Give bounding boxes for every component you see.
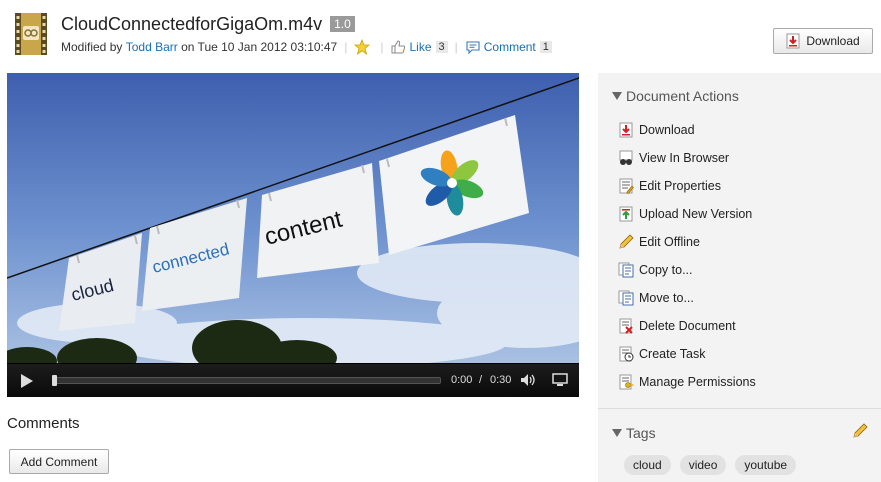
like-link[interactable]: Like: [409, 40, 431, 54]
action-label: Edit Properties: [639, 179, 721, 193]
action-label: Copy to...: [639, 263, 693, 277]
task-icon: [619, 346, 634, 362]
action-label: View In Browser: [639, 151, 730, 165]
edit-tags-pencil-icon[interactable]: [852, 423, 868, 439]
comment-count: 1: [539, 41, 552, 53]
document-actions-list: Download View In Browser Edit Properties…: [618, 116, 756, 396]
action-download[interactable]: Download: [618, 116, 756, 144]
document-header: CloudConnectedforGigaOm.m4v 1.0 Modified …: [0, 0, 881, 68]
current-time: 0:00: [451, 374, 473, 386]
copy-icon: [618, 262, 634, 278]
collapse-triangle-icon: [612, 92, 622, 100]
tag-cloud[interactable]: cloud: [624, 455, 671, 475]
fullscreen-icon[interactable]: [552, 373, 568, 387]
meta-separator: |: [454, 40, 458, 54]
action-label: Create Task: [639, 347, 706, 361]
action-manage-permissions[interactable]: Manage Permissions: [618, 368, 756, 396]
action-move-to[interactable]: Move to...: [618, 284, 756, 312]
permissions-icon: [619, 374, 634, 390]
play-icon[interactable]: [21, 373, 33, 388]
duration: 0:30: [490, 374, 512, 386]
modified-date: on Tue 10 Jan 2012 03:10:47: [181, 40, 338, 54]
action-view-in-browser[interactable]: View In Browser: [618, 144, 756, 172]
document-title: CloudConnectedforGigaOm.m4v 1.0: [61, 14, 355, 35]
download-button-label: Download: [806, 34, 860, 48]
action-copy-to[interactable]: Copy to...: [618, 256, 756, 284]
tags-toggle[interactable]: Tags: [612, 425, 656, 441]
comment-link[interactable]: Comment: [484, 40, 536, 54]
action-label: Move to...: [639, 291, 694, 305]
like-thumb-icon[interactable]: [390, 39, 406, 55]
action-upload-new-version[interactable]: Upload New Version: [618, 200, 756, 228]
like-count: 3: [435, 41, 448, 53]
tag-youtube[interactable]: youtube: [735, 455, 797, 475]
time-separator: /: [479, 374, 483, 386]
favourite-star-icon[interactable]: [354, 39, 371, 55]
meta-separator: |: [380, 40, 384, 54]
video-file-icon: [15, 13, 47, 55]
modified-user-link[interactable]: Todd Barr: [126, 40, 178, 54]
tags-title: Tags: [626, 425, 656, 441]
document-actions-toggle[interactable]: Document Actions: [612, 88, 739, 104]
file-name: CloudConnectedforGigaOm.m4v: [61, 14, 323, 34]
delete-icon: [619, 318, 633, 334]
comments-heading: Comments: [7, 415, 80, 432]
tag-video[interactable]: video: [679, 455, 727, 475]
download-icon: [786, 33, 800, 49]
action-label: Download: [639, 123, 695, 137]
video-player[interactable]: cloud connected content 0:00 / 0:30: [7, 73, 579, 397]
action-label: Edit Offline: [639, 235, 700, 249]
collapse-triangle-icon: [612, 429, 622, 437]
download-button[interactable]: Download: [773, 28, 873, 54]
video-frame[interactable]: cloud connected content: [7, 73, 579, 363]
player-controls: 0:00 / 0:30: [7, 364, 579, 397]
seek-thumb[interactable]: [52, 375, 57, 386]
action-edit-offline[interactable]: Edit Offline: [618, 228, 756, 256]
action-delete-document[interactable]: Delete Document: [618, 312, 756, 340]
comment-bubble-icon[interactable]: [465, 39, 481, 55]
add-comment-button[interactable]: Add Comment: [9, 449, 109, 474]
tag-list: cloud video youtube: [624, 455, 805, 475]
move-icon: [618, 290, 634, 306]
version-badge: 1.0: [330, 16, 355, 32]
view-browser-icon: [619, 150, 633, 165]
modified-prefix: Modified by: [61, 40, 123, 54]
action-create-task[interactable]: Create Task: [618, 340, 756, 368]
action-label: Manage Permissions: [639, 375, 756, 389]
document-meta: Modified by Todd Barr on Tue 10 Jan 2012…: [61, 39, 552, 55]
meta-separator: |: [344, 40, 348, 54]
action-edit-properties[interactable]: Edit Properties: [618, 172, 756, 200]
upload-icon: [619, 206, 633, 222]
sidebar-divider: [598, 408, 881, 409]
document-actions-title: Document Actions: [626, 88, 739, 104]
download-icon: [619, 122, 633, 138]
action-label: Delete Document: [639, 319, 736, 333]
edit-properties-icon: [619, 178, 634, 194]
volume-icon[interactable]: [520, 373, 536, 387]
sidebar: Document Actions Download View In Browse…: [598, 73, 881, 482]
seek-bar[interactable]: [52, 375, 441, 386]
pencil-icon: [619, 234, 634, 249]
action-label: Upload New Version: [639, 207, 753, 221]
